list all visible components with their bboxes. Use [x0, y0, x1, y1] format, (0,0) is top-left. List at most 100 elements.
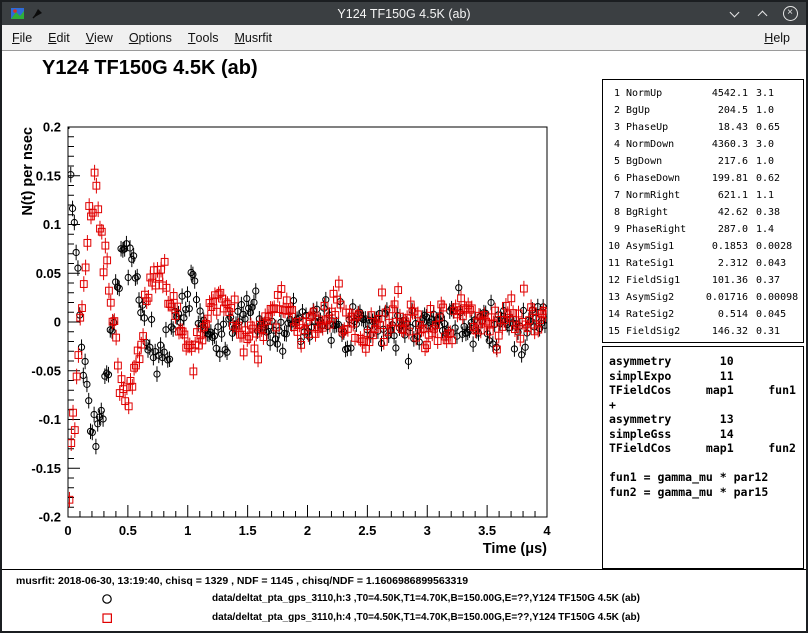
menu-item-view[interactable]: View: [78, 25, 121, 50]
parameter-row: 9PhaseRight287.01.4: [607, 221, 803, 238]
pin-icon: [31, 7, 44, 20]
parameter-box: 1NormUp4542.13.12BgUp204.51.03PhaseUp18.…: [602, 79, 804, 343]
param-name: BgDown: [626, 153, 696, 170]
menu-item-options[interactable]: Options: [121, 25, 180, 50]
parameter-row: 13AsymSig20.017160.00098: [607, 289, 803, 306]
window-title: Y124 TF150G 4.5K (ab): [2, 7, 806, 21]
menu-right: Help: [756, 25, 804, 50]
x-tick-label: 2: [304, 523, 311, 538]
circle-marker-icon: [99, 591, 115, 607]
musrview-window: Y124 TF150G 4.5K (ab) × FileEditViewOpti…: [0, 0, 808, 633]
y-tick-label: -0.05: [31, 363, 61, 378]
y-tick-label: 0.15: [36, 168, 61, 183]
parameter-row: 3PhaseUp18.430.65: [607, 119, 803, 136]
minimize-button[interactable]: [726, 6, 742, 22]
y-tick-label: -0.15: [31, 461, 61, 476]
param-error: 0.00098: [756, 289, 798, 306]
menu-left: FileEditViewOptionsToolsMusrfit: [4, 25, 280, 50]
param-no: 5: [607, 153, 620, 170]
theory-box: asymmetry 10 simplExpo 11 TFieldCos map1…: [602, 346, 804, 569]
maximize-button[interactable]: [754, 6, 770, 22]
y-tick-label: -0.2: [39, 510, 61, 525]
chevron-up-icon: [757, 10, 767, 20]
plot-canvas[interactable]: 00.511.522.533.540.20.150.10.050-0.05-0.…: [2, 51, 592, 566]
parameter-row: 8 BgRight42.62 0.38: [607, 204, 803, 221]
param-no: 10: [607, 238, 620, 255]
menu-item-help[interactable]: Help: [756, 25, 798, 50]
param-value: 42.62: [696, 204, 748, 221]
legend-item: data/deltat_pta_gps_3110,h:4 ,T0=4.50K,T…: [2, 608, 806, 627]
x-tick-label: 0.5: [119, 523, 137, 538]
param-value: 2.312: [696, 255, 748, 272]
square-marker-icon: [99, 610, 115, 626]
param-no: 6: [607, 170, 620, 187]
param-error: 0.045: [756, 306, 786, 323]
param-error: 0.31: [756, 323, 780, 340]
param-error: 0.65: [756, 119, 780, 136]
x-tick-label: 2.5: [358, 523, 376, 538]
param-name: BgRight: [626, 204, 696, 221]
menu-item-musrfit[interactable]: Musrfit: [226, 25, 280, 50]
circle-x-icon: ×: [783, 6, 798, 21]
app-icon: [10, 6, 25, 21]
param-value: 101.36: [696, 272, 748, 289]
x-tick-label: 0: [64, 523, 71, 538]
menu-item-file[interactable]: File: [4, 25, 40, 50]
menubar: FileEditViewOptionsToolsMusrfit Help: [2, 25, 806, 51]
fit-status-line: musrfit: 2018-06-30, 13:19:40, chisq = 1…: [16, 575, 468, 587]
param-name: RateSig2: [626, 306, 696, 323]
param-name: PhaseDown: [626, 170, 696, 187]
y-tick-label: 0.05: [36, 266, 61, 281]
param-no: 7: [607, 187, 620, 204]
y-tick-label: 0.2: [43, 120, 61, 135]
legend-label: data/deltat_pta_gps_3110,h:3 ,T0=4.50K,T…: [212, 593, 640, 604]
param-value: 4360.3: [696, 136, 748, 153]
parameter-row: 15FieldSig2146.320.31: [607, 323, 803, 340]
param-error: 0.38: [756, 204, 780, 221]
data-series-circle: [66, 113, 550, 454]
param-no: 11: [607, 255, 620, 272]
menu-item-tools[interactable]: Tools: [180, 25, 227, 50]
x-tick-label: 3: [424, 523, 431, 538]
parameter-row: 10AsymSig10.18530.0028: [607, 238, 803, 255]
param-value: 0.1853: [696, 238, 748, 255]
param-value: 217.6: [696, 153, 748, 170]
param-error: 1.1: [756, 187, 774, 204]
param-name: PhaseRight: [626, 221, 696, 238]
param-value: 204.5: [696, 102, 748, 119]
param-value: 287.0: [696, 221, 748, 238]
parameter-row: 11 RateSig12.312 0.043: [607, 255, 803, 272]
param-no: 8: [607, 204, 620, 221]
canvas-area[interactable]: Y124 TF150G 4.5K (ab) 00.511.522.533.540…: [2, 51, 806, 631]
param-no: 4: [607, 136, 620, 153]
param-no: 2: [607, 102, 620, 119]
param-name: AsymSig2: [626, 289, 696, 306]
param-value: 146.32: [696, 323, 748, 340]
param-name: FieldSig2: [626, 323, 696, 340]
parameter-row: 6PhaseDown199.810.62: [607, 170, 803, 187]
param-no: 1: [607, 85, 620, 102]
param-value: 199.81: [696, 170, 748, 187]
y-axis-label: N(t) per nsec: [20, 127, 36, 216]
param-name: AsymSig1: [626, 238, 696, 255]
param-name: BgUp: [626, 102, 696, 119]
param-name: NormUp: [626, 85, 696, 102]
param-no: 12: [607, 272, 620, 289]
param-error: 0.043: [756, 255, 786, 272]
x-tick-label: 1.5: [239, 523, 257, 538]
titlebar[interactable]: Y124 TF150G 4.5K (ab) ×: [2, 2, 806, 25]
param-name: FieldSig1: [626, 272, 696, 289]
param-no: 9: [607, 221, 620, 238]
y-tick-label: 0: [54, 315, 61, 330]
param-value: 0.01716: [696, 289, 748, 306]
param-name: RateSig1: [626, 255, 696, 272]
param-error: 1.0: [756, 153, 774, 170]
x-tick-label: 3.5: [478, 523, 496, 538]
separator: [2, 569, 806, 570]
param-no: 14: [607, 306, 620, 323]
menu-item-edit[interactable]: Edit: [40, 25, 78, 50]
x-tick-label: 1: [184, 523, 191, 538]
close-button[interactable]: ×: [782, 6, 798, 22]
titlebar-icons: [10, 6, 44, 21]
parameter-row: 2BgUp204.51.0: [607, 102, 803, 119]
